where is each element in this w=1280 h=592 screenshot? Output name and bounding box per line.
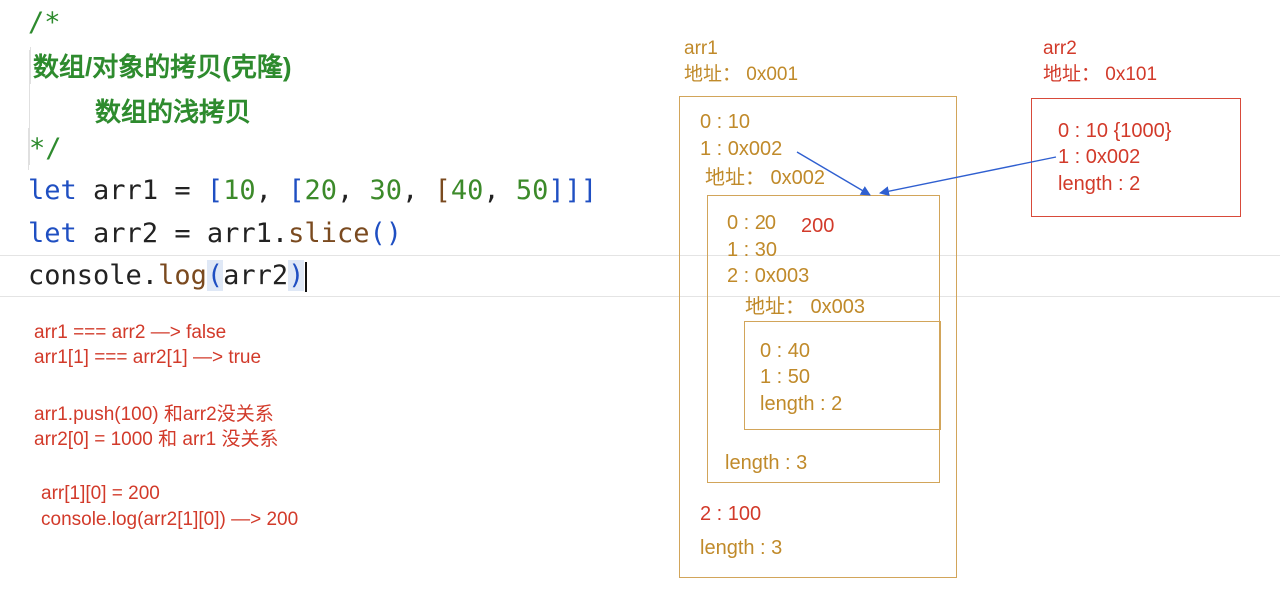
comma: , — [336, 175, 354, 206]
method-name: log — [158, 260, 207, 291]
deep-length: length : 2 — [760, 393, 843, 415]
number: 10 — [223, 175, 256, 206]
identifier: arr1 — [93, 175, 159, 206]
number: 20 — [304, 175, 337, 206]
note-line-1: arr1 === arr2 —> false — [34, 322, 227, 343]
arr1-item-0: 0 : 10 — [700, 111, 751, 133]
deep-address: 地址： 0x003 — [745, 296, 866, 318]
code-line-arr2: let arr2 = arr1.slice() — [28, 213, 402, 255]
comma: , — [402, 175, 419, 206]
keyword-let: let — [28, 218, 77, 249]
arr1-name: arr1 — [684, 38, 718, 59]
inner-address: 地址： 0x002 — [705, 167, 826, 189]
comment-open: /* — [28, 7, 61, 38]
paren-open: ( — [206, 260, 224, 291]
paren-close: ) — [288, 260, 305, 291]
indent-guide — [29, 50, 30, 165]
bracket: ]]] — [548, 175, 598, 206]
inner-item-0-prefix: 0 : 2 — [727, 212, 766, 234]
arr2-length: length : 2 — [1058, 173, 1141, 195]
note-line-6: console.log(arr2[1][0]) —> 200 — [41, 509, 299, 530]
inner-item-0-old: 0 — [764, 212, 777, 234]
identifier: arr2 — [93, 218, 159, 249]
arr1-item-1: 1 : 0x002 — [700, 138, 783, 160]
arr2-address: 地址： 0x101 — [1043, 64, 1158, 85]
number: 40 — [450, 175, 484, 206]
comment-line-2: 数组的浅拷贝 — [95, 97, 252, 127]
identifier: arr1 — [206, 218, 272, 249]
dot: . — [141, 260, 159, 291]
deep-item-1: 1 : 50 — [760, 366, 811, 388]
arr1-item-2: 2 : 100 — [700, 503, 762, 525]
comment-close: */ — [28, 128, 62, 170]
arr2-name: arr2 — [1043, 38, 1077, 59]
inner-item-1: 1 : 30 — [727, 239, 778, 261]
deep-item-0: 0 : 40 — [760, 340, 811, 362]
inner-item-0: 0 : 20 — [727, 210, 776, 236]
arr1-length: length : 3 — [700, 537, 783, 559]
dot: . — [271, 218, 289, 249]
code-line-console: console.log(arr2) — [28, 255, 308, 297]
inner-length: length : 3 — [725, 452, 808, 474]
number: 50 — [515, 175, 549, 206]
comma: , — [255, 175, 272, 206]
identifier: console — [28, 260, 142, 291]
note-line-2: arr1[1] === arr2[1] —> true — [34, 347, 262, 368]
parens: () — [369, 218, 402, 249]
identifier: arr2 — [223, 260, 289, 291]
method-name: slice — [288, 218, 370, 249]
note-line-4: arr2[0] = 1000 和 arr1 没关系 — [34, 429, 279, 450]
comment-line-1: 数组/对象的拷贝(克隆) — [30, 47, 292, 84]
keyword-let: let — [28, 175, 77, 206]
arr2-item-0: 0 : 10 {1000} — [1058, 120, 1172, 142]
bracket: [ — [206, 175, 224, 206]
inner-item-0-new: 200 — [801, 215, 835, 237]
inner-item-2: 2 : 0x003 — [727, 265, 810, 287]
code-line-arr1: let arr1 = [10, [20, 30, [40, 50]]] — [28, 170, 597, 212]
operator: = — [174, 218, 191, 249]
arr1-address: 地址： 0x001 — [684, 64, 799, 85]
comma: , — [483, 175, 500, 206]
arr2-item-1: 1 : 0x002 — [1058, 146, 1141, 168]
text-cursor — [305, 261, 308, 292]
operator: = — [174, 175, 191, 206]
bracket: [ — [434, 175, 451, 206]
note-line-3: arr1.push(100) 和arr2没关系 — [34, 404, 274, 425]
bracket: [ — [288, 175, 305, 206]
number: 30 — [369, 175, 403, 206]
note-line-5: arr[1][0] = 200 — [41, 483, 160, 504]
